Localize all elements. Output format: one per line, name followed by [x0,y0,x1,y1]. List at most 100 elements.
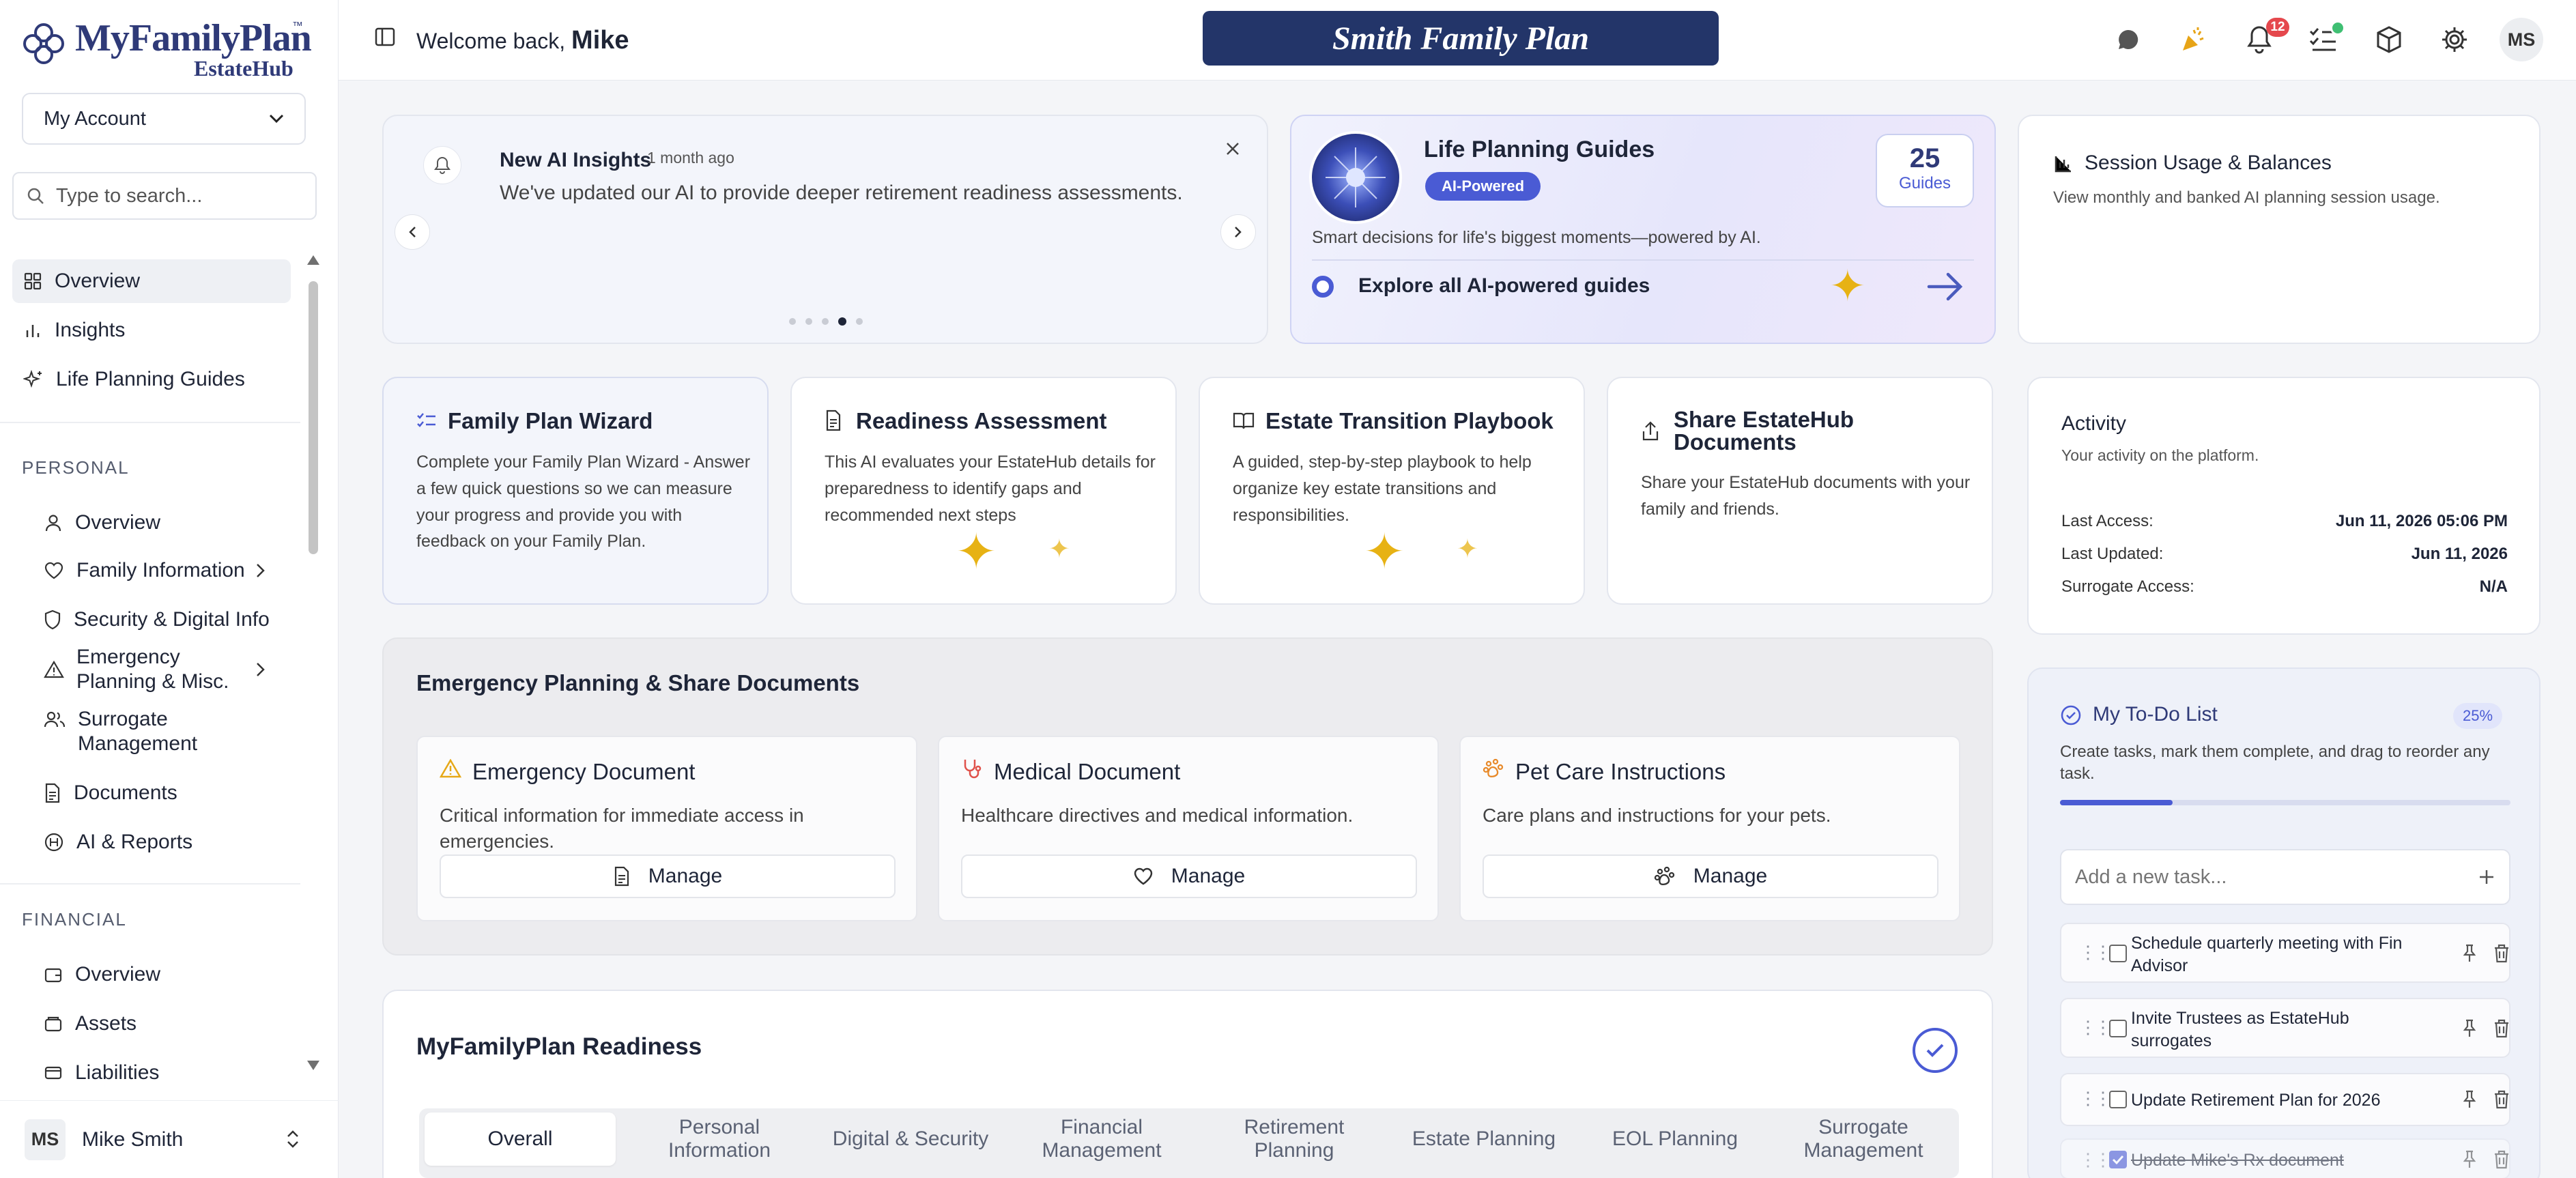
todo-item[interactable]: ⋮⋮ Schedule quarterly meeting with Fin A… [2060,923,2510,983]
carousel-dot-active[interactable] [838,317,846,326]
radio-indicator-icon [1312,276,1334,298]
sidebar-item-label: Family Information [76,559,245,581]
family-plan-wizard-card[interactable]: Family Plan Wizard Complete your Family … [382,377,769,605]
sidebar-item-life-planning-guides[interactable]: Life Planning Guides [12,358,291,401]
activity-subtitle: Your activity on the platform. [2061,446,2259,464]
manage-emergency-button[interactable]: Manage [440,854,896,898]
tab-estate-planning[interactable]: Estate Planning [1388,1112,1579,1166]
ecard-description: Healthcare directives and medical inform… [961,805,1354,826]
pin-icon[interactable] [2461,1018,2478,1039]
header-avatar[interactable]: MS [2500,18,2543,61]
carousel-dot[interactable] [856,318,863,325]
user-menu[interactable]: MS Mike Smith [0,1100,339,1178]
guides-count-box: 25 Guides [1876,134,1974,207]
todo-item[interactable]: ⋮⋮ Update Retirement Plan for 2026 [2060,1073,2510,1126]
todo-checkbox-checked[interactable] [2109,1151,2127,1168]
explore-guides-link[interactable]: Explore all AI-powered guides [1358,274,1650,298]
tab-retirement-planning[interactable]: Retirement Planning [1199,1112,1390,1166]
sidebar-item-ai-reports[interactable]: AI & Reports [12,820,291,864]
share-estatehub-documents-card[interactable]: Share EstateHub Documents Share your Est… [1607,377,1993,605]
activity-label-last-updated: Last Updated: [2061,545,2164,563]
chat-button[interactable] [2110,22,2146,57]
sidebar-item-security-digital-info[interactable]: Security & Digital Info [12,598,291,642]
pin-icon[interactable] [2461,1149,2478,1170]
sidebar-item-surrogate-management[interactable]: Surrogate Management [12,704,291,760]
ai-powered-badge: AI-Powered [1425,172,1541,201]
sidebar-item-label: Overview [75,963,161,986]
carousel-dot[interactable] [805,318,812,325]
readiness-section: MyFamilyPlan Readiness Overall Personal … [382,990,1993,1178]
settings-button[interactable] [2437,22,2472,57]
sidebar-scroll-thumb[interactable] [309,281,318,554]
party-popper-icon [2183,27,2204,51]
sidebar-toggle-icon[interactable] [374,26,396,48]
brand-trademark: ™ [292,20,303,32]
notification-count-badge: 12 [2266,18,2289,37]
sidebar-item-assets[interactable]: Assets [12,1002,291,1046]
plus-icon[interactable] [2478,868,2495,886]
tab-eol-planning[interactable]: EOL Planning [1579,1112,1771,1166]
tab-financial-management[interactable]: Financial Management [1006,1112,1197,1166]
sparkle-icon: ✦ [1364,525,1405,579]
tab-digital-security[interactable]: Digital & Security [815,1112,1006,1166]
sidebar-item-overview[interactable]: Overview [12,259,291,303]
tab-surrogate-management[interactable]: Surrogate Management [1768,1112,1959,1166]
carousel-dot[interactable] [789,318,796,325]
drag-handle-icon[interactable]: ⋮⋮ [2079,1017,2112,1038]
tab-overall[interactable]: Overall [425,1112,616,1166]
chevron-left-icon [409,227,416,238]
widget-description: A guided, step-by-step playbook to help … [1233,452,1532,525]
life-planning-guides-card[interactable]: Life Planning Guides AI-Powered 25 Guide… [1290,115,1996,344]
drag-handle-icon[interactable]: ⋮⋮ [2079,942,2112,963]
sidebar-item-documents[interactable]: Documents [12,771,291,815]
scroll-up-icon[interactable] [306,254,321,266]
activity-value-last-access: Jun 11, 2026 05:06 PM [2335,512,2508,530]
sidebar-search-input[interactable] [56,184,302,207]
celebration-button[interactable] [2176,22,2212,57]
manage-medical-button[interactable]: Manage [961,854,1417,898]
trash-icon[interactable] [2493,1018,2510,1039]
tab-personal-information[interactable]: Personal Information [624,1112,815,1166]
packages-button[interactable] [2371,22,2407,57]
arrow-right-icon[interactable] [1926,272,1964,302]
trash-icon[interactable] [2493,1149,2510,1170]
sidebar-item-label: Liabilities [75,1061,160,1084]
carousel-next-button[interactable] [1220,214,1256,250]
trash-icon[interactable] [2493,1089,2510,1110]
sidebar-item-insights[interactable]: Insights [12,308,291,352]
wallet-icon [44,968,62,983]
sidebar-item-financial-overview[interactable]: Overview [12,953,291,996]
session-usage-title: Session Usage & Balances [2085,152,2332,174]
carousel-dot[interactable] [822,318,829,325]
todo-item-text: Update Retirement Plan for 2026 [2131,1091,2381,1110]
sidebar-item-family-information[interactable]: Family Information [12,549,291,592]
todo-checkbox[interactable] [2109,1020,2127,1037]
session-usage-card[interactable]: Session Usage & Balances View monthly an… [2018,115,2541,344]
tasks-button[interactable] [2306,20,2345,57]
sidebar-search [12,172,317,220]
scroll-down-icon[interactable] [306,1059,321,1072]
carousel-prev-button[interactable] [395,214,430,250]
drag-handle-icon[interactable]: ⋮⋮ [2079,1088,2112,1109]
sidebar-item-personal-overview[interactable]: Overview [12,501,291,545]
trash-icon[interactable] [2493,943,2510,964]
guides-divider [1312,259,1974,261]
pin-icon[interactable] [2461,943,2478,964]
activity-value-last-updated: Jun 11, 2026 [2411,545,2508,563]
todo-checkbox[interactable] [2109,1091,2127,1108]
brand-logo[interactable]: MyFamilyPlan ™ EstateHub [19,16,313,85]
todo-item-completed[interactable]: ⋮⋮ Update Mike's Rx document [2060,1138,2510,1178]
sidebar-item-liabilities[interactable]: Liabilities [12,1051,291,1095]
estate-transition-playbook-card[interactable]: Estate Transition Playbook A guided, ste… [1199,377,1585,605]
todo-checkbox[interactable] [2109,945,2127,962]
manage-pet-care-button[interactable]: Manage [1483,854,1938,898]
add-task-input[interactable] [2075,865,2478,889]
notifications-button[interactable]: 12 [2242,18,2289,57]
sidebar-item-emergency-planning[interactable]: Emergency Planning & Misc. [12,644,291,695]
pin-icon[interactable] [2461,1089,2478,1110]
close-icon[interactable] [1225,141,1241,157]
readiness-assessment-card[interactable]: Readiness Assessment This AI evaluates y… [790,377,1177,605]
todo-item[interactable]: ⋮⋮ Invite Trustees as EstateHub surrogat… [2060,998,2510,1058]
account-select[interactable]: My Account [22,93,306,145]
drag-handle-icon[interactable]: ⋮⋮ [2079,1149,2112,1170]
